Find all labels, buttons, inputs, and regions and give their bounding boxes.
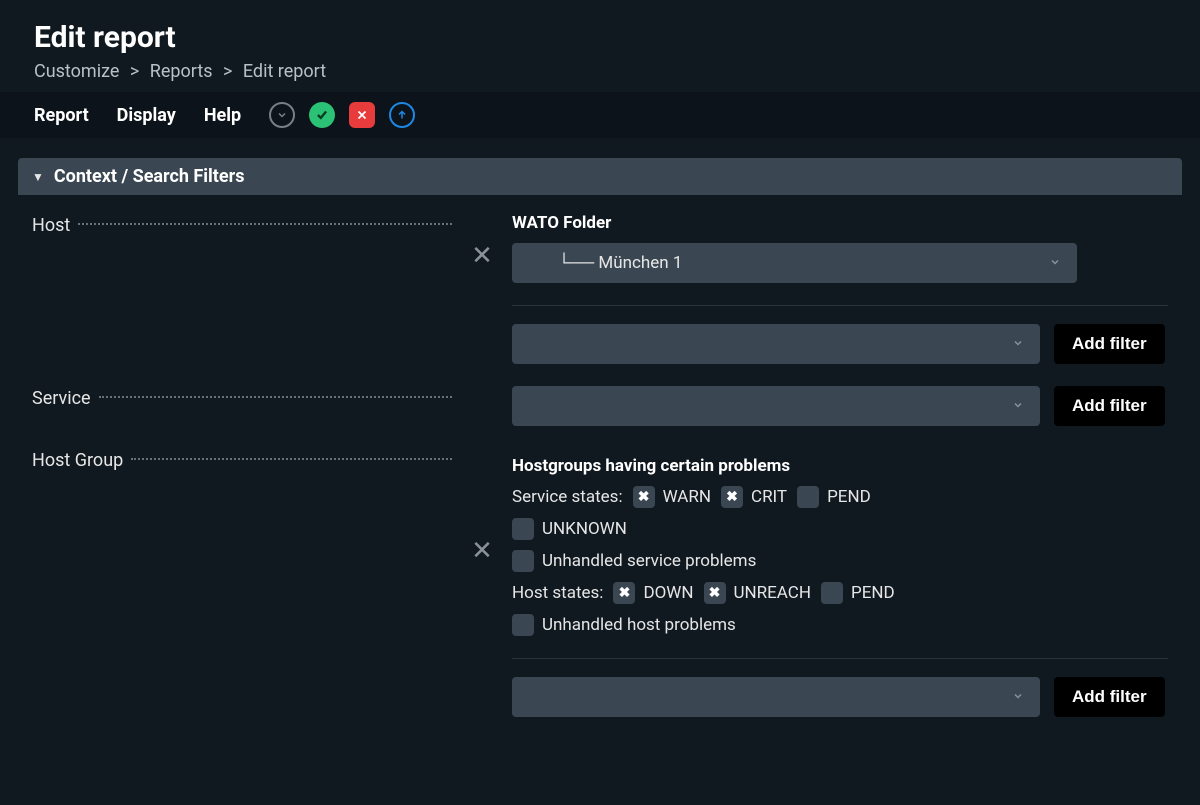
remove-filter-icon[interactable]: ✕ (471, 538, 493, 564)
host-states-label: Host states: (512, 583, 603, 603)
checkbox-label: PEND (827, 487, 871, 507)
wato-folder-label: WATO Folder (512, 213, 1168, 233)
checkbox-pend-host[interactable] (821, 582, 843, 604)
arrow-up-icon[interactable] (389, 102, 415, 128)
hostgroup-problems-title: Hostgroups having certain problems (512, 456, 1168, 476)
checkbox-label: WARN (663, 487, 711, 507)
checkbox-label: UNREACH (734, 583, 811, 603)
checkbox-label: Unhandled host problems (542, 615, 736, 635)
checkbox-unknown[interactable] (512, 518, 534, 540)
checkbox-label: CRIT (751, 487, 787, 507)
caret-down-icon: ▼ (32, 170, 44, 184)
checkbox-unhandled-svc[interactable] (512, 550, 534, 572)
chevron-down-icon[interactable] (269, 102, 295, 128)
checkbox-unreach[interactable] (704, 582, 726, 604)
wato-folder-value: └── München 1 (528, 253, 682, 273)
breadcrumb-sep: > (130, 61, 139, 82)
checkbox-label: DOWN (643, 583, 693, 603)
service-states-label: Service states: (512, 487, 623, 507)
add-filter-button[interactable]: Add filter (1054, 386, 1165, 426)
checkbox-down[interactable] (613, 582, 635, 604)
chevron-down-icon (1049, 253, 1061, 273)
cancel-icon[interactable] (349, 102, 375, 128)
checkbox-pend-svc[interactable] (797, 486, 819, 508)
breadcrumb-item[interactable]: Reports (150, 61, 213, 82)
checkbox-unhandled-host[interactable] (512, 614, 534, 636)
checkbox-label: UNKNOWN (542, 519, 627, 539)
dotted-fill (131, 458, 452, 460)
add-filter-button[interactable]: Add filter (1054, 677, 1165, 717)
service-label: Service (32, 388, 99, 409)
service-filter-select[interactable] (512, 386, 1040, 426)
remove-filter-icon[interactable]: ✕ (471, 243, 493, 269)
chevron-down-icon (1012, 334, 1024, 354)
breadcrumb-sep: > (223, 61, 232, 82)
breadcrumb-item[interactable]: Customize (34, 61, 119, 82)
section-toggle[interactable]: ▼ Context / Search Filters (18, 158, 1182, 195)
chevron-down-icon (1012, 396, 1024, 416)
hostgroup-label: Host Group (32, 450, 131, 471)
chevron-down-icon (1012, 687, 1024, 707)
checkbox-label: Unhandled service problems (542, 551, 756, 571)
dotted-fill (78, 223, 452, 225)
menu-bar: Report Display Help (0, 92, 1200, 138)
page-title: Edit report (34, 20, 1166, 55)
host-filter-select[interactable] (512, 324, 1040, 364)
checkbox-warn[interactable] (633, 486, 655, 508)
dotted-fill (99, 396, 452, 398)
checkbox-label: PEND (851, 583, 895, 603)
save-ok-icon[interactable] (309, 102, 335, 128)
breadcrumb-item: Edit report (243, 61, 326, 82)
menu-help[interactable]: Help (204, 105, 241, 126)
checkbox-crit[interactable] (721, 486, 743, 508)
menu-display[interactable]: Display (117, 105, 176, 126)
section-title: Context / Search Filters (54, 166, 245, 187)
wato-folder-select[interactable]: └── München 1 (512, 243, 1077, 283)
breadcrumb: Customize > Reports > Edit report (34, 61, 1166, 82)
menu-report[interactable]: Report (34, 105, 89, 126)
host-label: Host (32, 215, 78, 236)
divider (512, 658, 1168, 659)
divider (512, 305, 1168, 306)
add-filter-button[interactable]: Add filter (1054, 324, 1165, 364)
hostgroup-filter-select[interactable] (512, 677, 1040, 717)
